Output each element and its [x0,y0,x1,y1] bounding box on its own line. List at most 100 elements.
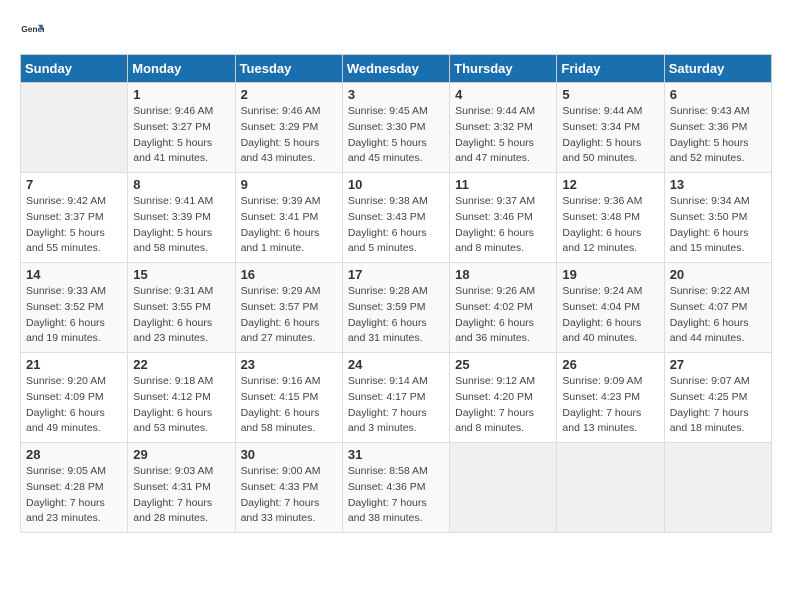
day-info: Sunrise: 9:29 AMSunset: 3:57 PMDaylight:… [241,284,337,347]
calendar-cell: 1Sunrise: 9:46 AMSunset: 3:27 PMDaylight… [128,83,235,173]
day-number: 4 [455,87,551,102]
day-info: Sunrise: 9:28 AMSunset: 3:59 PMDaylight:… [348,284,444,347]
day-info: Sunrise: 9:44 AMSunset: 3:32 PMDaylight:… [455,104,551,167]
calendar-table: SundayMondayTuesdayWednesdayThursdayFrid… [20,54,772,533]
day-number: 16 [241,267,337,282]
calendar-cell: 10 Sunrise: 9:38 AMSunset: 3:43 PMDayligh… [342,173,449,263]
day-number: 28 [26,447,122,462]
calendar-cell [21,83,128,173]
calendar-week-3: 21Sunrise: 9:20 AMSunset: 4:09 PMDayligh… [21,353,772,443]
day-number: 12 [562,177,658,192]
day-number: 22 [133,357,229,372]
day-info: Sunrise: 9:14 AMSunset: 4:17 PMDaylight:… [348,374,444,437]
day-info: Sunrise: 9:39 AMSunset: 3:41 PMDaylight:… [241,194,337,257]
day-info: Sunrise: 9:38 AMSunset: 3:43 PMDaylight:… [348,194,444,257]
day-number: 7 [26,177,122,192]
day-info: Sunrise: 9:07 AMSunset: 4:25 PMDaylight:… [670,374,766,437]
header-sunday: Sunday [21,55,128,83]
day-info: Sunrise: 9:05 AMSunset: 4:28 PMDaylight:… [26,464,122,527]
day-number: 26 [562,357,658,372]
calendar-cell: 18 Sunrise: 9:26 AMSunset: 4:02 PMDayligh… [450,263,557,353]
calendar-cell: 15Sunrise: 9:31 AMSunset: 3:55 PMDayligh… [128,263,235,353]
day-info: Sunrise: 9:26 AMSunset: 4:02 PMDaylight:… [455,284,551,347]
calendar-header-row: SundayMondayTuesdayWednesdayThursdayFrid… [21,55,772,83]
day-info: Sunrise: 9:03 AMSunset: 4:31 PMDaylight:… [133,464,229,527]
calendar-cell: 24 Sunrise: 9:14 AMSunset: 4:17 PMDayligh… [342,353,449,443]
day-info: Sunrise: 9:34 AMSunset: 3:50 PMDaylight:… [670,194,766,257]
calendar-cell [450,443,557,533]
calendar-cell: 16 Sunrise: 9:29 AMSunset: 3:57 PMDayligh… [235,263,342,353]
header-friday: Friday [557,55,664,83]
day-info: Sunrise: 8:58 AMSunset: 4:36 PMDaylight:… [348,464,444,527]
day-number: 10 [348,177,444,192]
calendar-cell: 14 Sunrise: 9:33 AMSunset: 3:52 PMDayligh… [21,263,128,353]
calendar-cell: 9 Sunrise: 9:39 AMSunset: 3:41 PMDaylight… [235,173,342,263]
day-number: 18 [455,267,551,282]
day-number: 1 [133,87,229,102]
day-number: 27 [670,357,766,372]
day-number: 23 [241,357,337,372]
header-wednesday: Wednesday [342,55,449,83]
day-number: 25 [455,357,551,372]
day-info: Sunrise: 9:46 AMSunset: 3:29 PMDaylight:… [241,104,337,167]
calendar-cell: 25Sunrise: 9:12 AMSunset: 4:20 PMDayligh… [450,353,557,443]
day-info: Sunrise: 9:00 AMSunset: 4:33 PMDaylight:… [241,464,337,527]
calendar-cell: 22 Sunrise: 9:18 AMSunset: 4:12 PMDayligh… [128,353,235,443]
calendar-cell: 19 Sunrise: 9:24 AMSunset: 4:04 PMDayligh… [557,263,664,353]
logo-icon: General [20,20,44,44]
day-number: 19 [562,267,658,282]
calendar-cell: 28 Sunrise: 9:05 AMSunset: 4:28 PMDayligh… [21,443,128,533]
day-number: 9 [241,177,337,192]
day-number: 8 [133,177,229,192]
day-info: Sunrise: 9:33 AMSunset: 3:52 PMDaylight:… [26,284,122,347]
day-number: 13 [670,177,766,192]
header-monday: Monday [128,55,235,83]
day-number: 31 [348,447,444,462]
day-info: Sunrise: 9:43 AMSunset: 3:36 PMDaylight:… [670,104,766,167]
day-number: 24 [348,357,444,372]
calendar-cell: 4 Sunrise: 9:44 AMSunset: 3:32 PMDaylight… [450,83,557,173]
calendar-cell: 7 Sunrise: 9:42 AMSunset: 3:37 PMDaylight… [21,173,128,263]
calendar-cell: 11Sunrise: 9:37 AMSunset: 3:46 PMDayligh… [450,173,557,263]
calendar-cell: 2 Sunrise: 9:46 AMSunset: 3:29 PMDaylight… [235,83,342,173]
calendar-cell: 13 Sunrise: 9:34 AMSunset: 3:50 PMDayligh… [664,173,771,263]
header-thursday: Thursday [450,55,557,83]
day-number: 17 [348,267,444,282]
calendar-cell: 5 Sunrise: 9:44 AMSunset: 3:34 PMDaylight… [557,83,664,173]
calendar-cell: 12 Sunrise: 9:36 AMSunset: 3:48 PMDayligh… [557,173,664,263]
day-info: Sunrise: 9:18 AMSunset: 4:12 PMDaylight:… [133,374,229,437]
calendar-week-4: 28 Sunrise: 9:05 AMSunset: 4:28 PMDayligh… [21,443,772,533]
day-info: Sunrise: 9:37 AMSunset: 3:46 PMDaylight:… [455,194,551,257]
day-number: 6 [670,87,766,102]
calendar-cell: 8 Sunrise: 9:41 AMSunset: 3:39 PMDaylight… [128,173,235,263]
calendar-cell: 20Sunrise: 9:22 AMSunset: 4:07 PMDayligh… [664,263,771,353]
day-number: 15 [133,267,229,282]
page-header: General [20,20,772,44]
calendar-week-0: 1Sunrise: 9:46 AMSunset: 3:27 PMDaylight… [21,83,772,173]
day-info: Sunrise: 9:22 AMSunset: 4:07 PMDaylight:… [670,284,766,347]
calendar-week-2: 14 Sunrise: 9:33 AMSunset: 3:52 PMDayligh… [21,263,772,353]
calendar-cell: 6 Sunrise: 9:43 AMSunset: 3:36 PMDaylight… [664,83,771,173]
day-info: Sunrise: 9:36 AMSunset: 3:48 PMDaylight:… [562,194,658,257]
calendar-body: 1Sunrise: 9:46 AMSunset: 3:27 PMDaylight… [21,83,772,533]
day-number: 21 [26,357,122,372]
calendar-cell [664,443,771,533]
day-number: 14 [26,267,122,282]
calendar-week-1: 7 Sunrise: 9:42 AMSunset: 3:37 PMDaylight… [21,173,772,263]
calendar-cell: 26 Sunrise: 9:09 AMSunset: 4:23 PMDayligh… [557,353,664,443]
day-number: 30 [241,447,337,462]
day-number: 5 [562,87,658,102]
calendar-cell: 21Sunrise: 9:20 AMSunset: 4:09 PMDayligh… [21,353,128,443]
day-info: Sunrise: 9:42 AMSunset: 3:37 PMDaylight:… [26,194,122,257]
day-number: 29 [133,447,229,462]
day-number: 3 [348,87,444,102]
day-number: 2 [241,87,337,102]
header-saturday: Saturday [664,55,771,83]
day-info: Sunrise: 9:44 AMSunset: 3:34 PMDaylight:… [562,104,658,167]
logo: General [20,20,48,44]
calendar-cell: 31 Sunrise: 8:58 AMSunset: 4:36 PMDayligh… [342,443,449,533]
day-info: Sunrise: 9:41 AMSunset: 3:39 PMDaylight:… [133,194,229,257]
day-info: Sunrise: 9:09 AMSunset: 4:23 PMDaylight:… [562,374,658,437]
day-info: Sunrise: 9:24 AMSunset: 4:04 PMDaylight:… [562,284,658,347]
calendar-cell: 17 Sunrise: 9:28 AMSunset: 3:59 PMDayligh… [342,263,449,353]
